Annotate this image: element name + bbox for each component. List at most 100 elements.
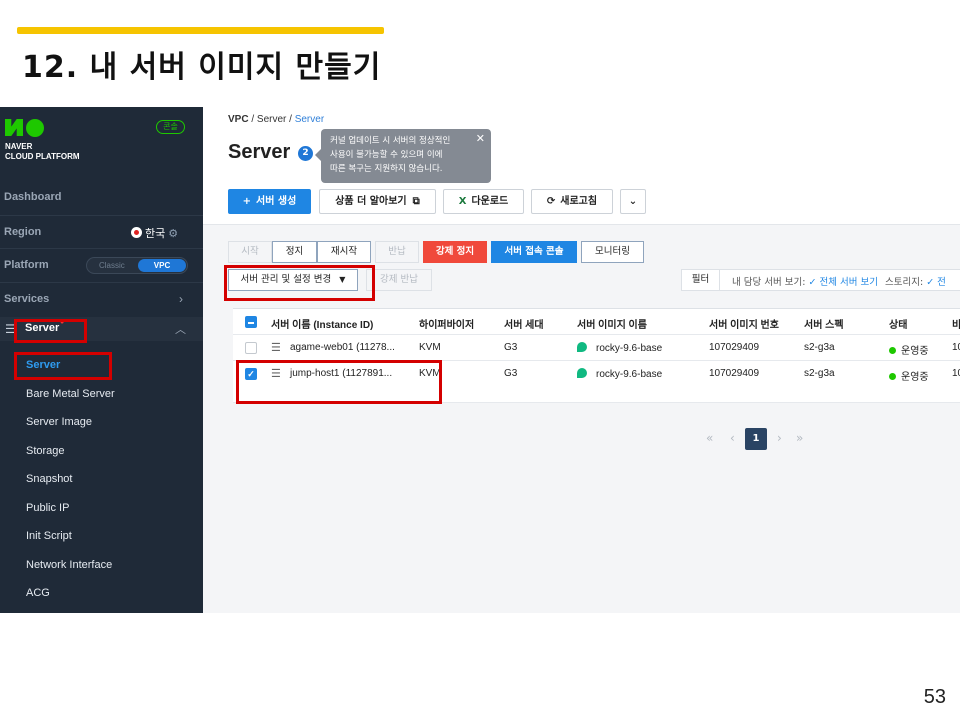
image-name-text: rocky-9.6-base — [596, 369, 663, 380]
sidebar-sub-acg[interactable]: ACG — [26, 587, 50, 599]
server-name[interactable]: agame-web01 (11278... — [290, 342, 395, 353]
help-count-badge[interactable]: 2 — [298, 146, 313, 161]
column-header[interactable]: 상태 — [889, 316, 907, 331]
rocky-linux-icon — [577, 368, 587, 378]
check-icon: ✓ — [808, 277, 820, 288]
force-stop-button[interactable]: 강제 정지 — [423, 241, 487, 263]
logo-n-icon — [5, 119, 23, 136]
tooltip-line: 커널 업데이트 시 서버의 정상적인 — [330, 136, 451, 146]
console-badge[interactable]: 콘솔 — [156, 120, 185, 134]
filter-button[interactable]: 필터 — [682, 270, 720, 290]
platform-classic-option[interactable]: Classic — [99, 261, 125, 270]
my-servers-label: 내 담당 서버 보기: — [732, 277, 806, 288]
image-name: rocky-9.6-base — [577, 342, 662, 354]
column-header[interactable]: 서버 이미지 이름 — [577, 316, 647, 331]
column-header[interactable]: 하이퍼바이저 — [419, 316, 474, 331]
column-header[interactable]: 비 — [952, 316, 960, 331]
row-checkbox[interactable] — [245, 342, 257, 354]
first-page-icon[interactable]: « — [706, 431, 713, 445]
force-return-button[interactable]: 강제 반납 — [366, 269, 432, 291]
server-spec: s2-g3a — [804, 342, 835, 353]
tooltip-line: 사용이 불가능할 수 있으며 이에 — [330, 150, 443, 160]
column-header[interactable]: 서버 이미지 번호 — [709, 316, 779, 331]
chevron-up-icon[interactable]: ︿ — [175, 321, 186, 337]
page-title: Server — [228, 141, 291, 163]
download-button[interactable]: X 다운로드 — [443, 189, 524, 214]
monitoring-button[interactable]: 모니터링 — [581, 241, 644, 263]
all-servers-link[interactable]: 전체 서버 보기 — [819, 277, 877, 288]
chevron-down-icon: ⌄ — [628, 196, 638, 207]
storage-link[interactable]: 전 — [937, 277, 946, 288]
platform-vpc-option[interactable]: VPC — [138, 259, 186, 272]
rocky-linux-icon — [577, 342, 587, 352]
status: 운영중 — [889, 342, 929, 357]
external-link-icon: ⧉ — [412, 196, 420, 207]
learn-more-button[interactable]: 상품 더 알아보기 ⧉ — [319, 189, 436, 214]
highlight-box-server-menu — [14, 319, 87, 343]
image-name: rocky-9.6-base — [577, 368, 662, 380]
table-header-row: 서버 이름 (Instance ID) 하이퍼바이저 서버 세대 서버 이미지 … — [233, 309, 960, 335]
server-generation: G3 — [504, 368, 518, 379]
breadcrumb-root[interactable]: VPC — [228, 114, 249, 125]
server-generation: G3 — [504, 342, 518, 353]
storage-label: 스토리지: — [884, 277, 924, 288]
sidebar-item-dashboard[interactable]: Dashboard — [0, 181, 203, 215]
sidebar-sub-storage[interactable]: Storage — [26, 445, 65, 457]
slide-accent-bar — [17, 27, 384, 34]
page-header: VPC / Server / Server Server 2 커널 업데이트 시… — [203, 107, 960, 225]
sidebar-sub-init-script[interactable]: Init Script — [26, 530, 72, 542]
region-label: Region — [4, 226, 42, 238]
image-number: 107029409 — [709, 342, 760, 353]
restart-button[interactable]: 재시작 — [317, 241, 371, 263]
refresh-label: 새로고침 — [560, 196, 598, 207]
console-screenshot: NAVER CLOUD PLATFORM 콘솔 Dashboard Region… — [0, 107, 960, 613]
last-page-icon[interactable]: » — [796, 431, 803, 445]
extra-cell: 10 — [952, 368, 960, 379]
more-dropdown-button[interactable]: ⌄ — [620, 189, 646, 214]
return-button[interactable]: 반납 — [375, 241, 419, 263]
extra-cell: 10 — [952, 342, 960, 353]
server-spec: s2-g3a — [804, 368, 835, 379]
start-button[interactable]: 시작 — [228, 241, 272, 263]
sidebar-sub-server-image[interactable]: Server Image — [26, 416, 92, 428]
column-header[interactable]: 서버 세대 — [504, 316, 544, 331]
status: 운영중 — [889, 368, 929, 383]
close-icon[interactable]: ✕ — [476, 132, 485, 146]
refresh-icon: ⟳ — [546, 196, 556, 207]
download-label: 다운로드 — [471, 196, 509, 207]
breadcrumb-mid[interactable]: Server — [257, 114, 286, 125]
sidebar-sub-bare-metal-server[interactable]: Bare Metal Server — [26, 388, 115, 400]
region-value: 한국 — [145, 228, 166, 240]
table-row[interactable]: ☰ agame-web01 (11278... KVM G3 rocky-9.6… — [233, 335, 960, 361]
plus-icon: + — [242, 196, 252, 207]
sidebar-sub-snapshot[interactable]: Snapshot — [26, 473, 72, 485]
page-button-current[interactable]: 1 — [745, 428, 767, 450]
column-header[interactable]: 서버 이름 (Instance ID) — [271, 316, 373, 331]
chevron-right-icon: › — [179, 292, 183, 306]
create-server-button[interactable]: + 서버 생성 — [228, 189, 311, 214]
korea-flag-icon — [131, 227, 142, 238]
sidebar-sub-public-ip[interactable]: Public IP — [26, 502, 69, 514]
running-status-icon — [889, 373, 896, 380]
check-icon: ✓ — [926, 277, 938, 288]
prev-page-icon[interactable]: ‹ — [730, 431, 735, 445]
server-console-button[interactable]: 서버 접속 콘솔 — [491, 241, 577, 263]
logo-text-line2: CLOUD PLATFORM — [5, 152, 80, 161]
hypervisor: KVM — [419, 342, 441, 353]
create-server-label: 서버 생성 — [256, 196, 297, 207]
filter-options: 내 담당 서버 보기: ✓ 전체 서버 보기 스토리지: ✓ 전 — [732, 274, 946, 288]
select-all-checkbox[interactable] — [245, 316, 257, 328]
platform-toggle[interactable]: Classic VPC — [86, 257, 188, 274]
image-name-text: rocky-9.6-base — [596, 343, 663, 354]
region-selector[interactable]: 한국 ⚙ — [131, 225, 178, 241]
sidebar-item-services[interactable]: Services › — [0, 282, 203, 316]
next-page-icon[interactable]: › — [777, 431, 782, 445]
gear-icon[interactable]: ⚙ — [168, 228, 178, 240]
refresh-button[interactable]: ⟳ 새로고침 — [531, 189, 613, 214]
sidebar-item-label: Dashboard — [4, 191, 62, 203]
column-header[interactable]: 서버 스펙 — [804, 316, 844, 331]
stop-button[interactable]: 정지 — [272, 241, 317, 263]
sidebar-sub-network-interface[interactable]: Network Interface — [26, 559, 112, 571]
excel-icon: X — [458, 196, 467, 207]
highlight-box-manage-dropdown — [224, 265, 375, 301]
